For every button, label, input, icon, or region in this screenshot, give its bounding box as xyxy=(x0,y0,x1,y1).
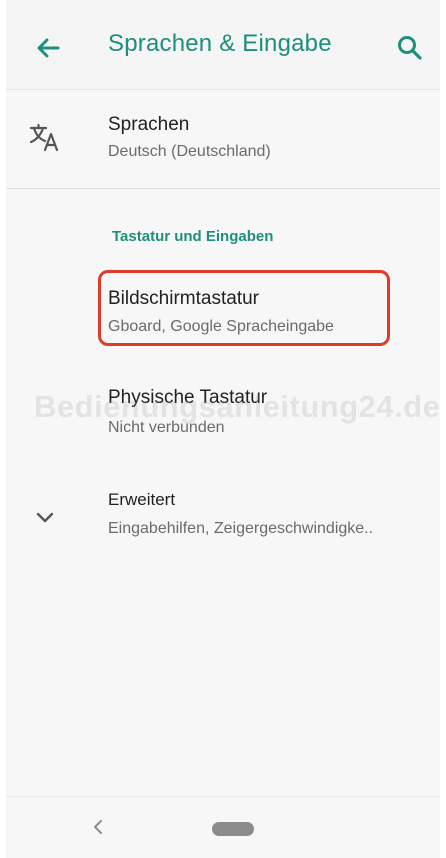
nav-back-icon[interactable] xyxy=(88,815,108,839)
section-header: Tastatur und Eingaben xyxy=(112,228,274,245)
translate-icon xyxy=(29,123,59,152)
navigation-bar xyxy=(6,796,440,858)
advanced-row[interactable]: Erweitert Eingabehilfen, Zeigergeschwind… xyxy=(6,474,440,560)
search-icon[interactable] xyxy=(394,32,426,64)
languages-row[interactable]: Sprachen Deutsch (Deutschland) xyxy=(6,90,440,188)
advanced-subtitle: Eingabehilfen, Zeigergeschwindigke.. xyxy=(108,520,374,537)
home-pill-icon[interactable] xyxy=(212,822,254,836)
watermark-text: Bedienungsanleitung24.de xyxy=(34,389,441,424)
advanced-title: Erweitert xyxy=(108,490,176,509)
languages-title: Sprachen xyxy=(108,114,190,135)
settings-screen: Sprachen & Eingabe Sprachen Deutsch (Deu… xyxy=(0,0,446,858)
section-divider xyxy=(6,188,440,189)
chevron-down-icon xyxy=(36,512,54,523)
languages-subtitle: Deutsch (Deutschland) xyxy=(108,143,271,160)
highlight-box xyxy=(98,270,390,346)
page-title: Sprachen & Eingabe xyxy=(108,30,332,57)
app-bar: Sprachen & Eingabe xyxy=(6,0,440,90)
arrow-left-icon[interactable] xyxy=(32,32,64,64)
